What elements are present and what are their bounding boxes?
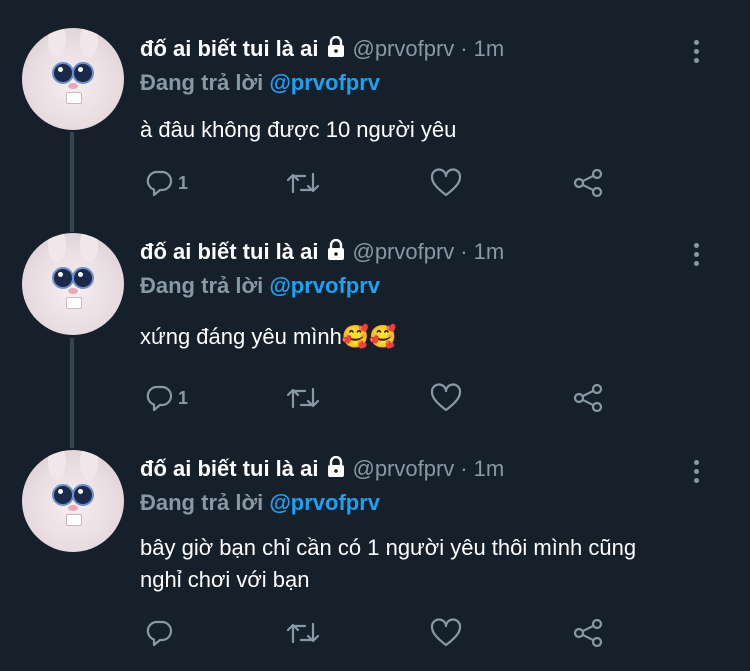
- tweet-thread: đố ai biết tui là ai @prvofprv · 1m Đang tr…: [0, 0, 750, 671]
- display-name[interactable]: đố ai biết tui là ai: [140, 36, 318, 61]
- tweet-text: xứng đáng yêu mình🥰🥰: [140, 324, 397, 349]
- separator-dot: ·: [460, 36, 468, 61]
- lock-icon: [326, 455, 346, 484]
- reply-count: 1: [178, 172, 189, 193]
- like-button[interactable]: [430, 166, 462, 200]
- retweet-icon: [286, 168, 320, 198]
- timestamp[interactable]: 1m: [474, 239, 505, 264]
- reply-icon: [144, 168, 174, 198]
- timestamp[interactable]: 1m: [474, 456, 505, 481]
- mention-link[interactable]: @prvofprv: [269, 70, 380, 95]
- heart-icon: [430, 618, 462, 648]
- reply-icon: [144, 383, 174, 413]
- avatar[interactable]: [22, 450, 124, 552]
- replying-to-label: Đang trả lời: [140, 273, 264, 298]
- share-icon: [572, 383, 604, 413]
- handle[interactable]: @prvofprv: [352, 36, 454, 61]
- replying-to-label: Đang trả lời: [140, 490, 264, 515]
- reply-count: 1: [178, 387, 189, 408]
- mention-link[interactable]: @prvofprv: [269, 490, 380, 515]
- tweet[interactable]: đố ai biết tui là ai @prvofprv · 1m Đang tr…: [0, 0, 750, 215]
- retweet-icon: [286, 383, 320, 413]
- tweet[interactable]: đố ai biết tui là ai @prvofprv · 1m Đang tr…: [0, 430, 750, 671]
- tweet-actions: [140, 616, 620, 650]
- replying-to: Đang trả lời @prvofprv: [140, 70, 380, 96]
- avatar[interactable]: [22, 233, 124, 335]
- replying-to: Đang trả lời @prvofprv: [140, 490, 380, 516]
- tweet-header: đố ai biết tui là ai @prvofprv · 1m: [140, 455, 505, 484]
- heart-icon: [430, 168, 462, 198]
- display-name[interactable]: đố ai biết tui là ai: [140, 239, 318, 264]
- retweet-button[interactable]: [286, 166, 320, 200]
- avatar[interactable]: [22, 28, 124, 130]
- handle[interactable]: @prvofprv: [352, 239, 454, 264]
- tweet-text: bây giờ bạn chỉ cần có 1 người yêu thôi …: [140, 535, 637, 592]
- reply-button[interactable]: 1: [144, 381, 188, 415]
- tweet[interactable]: đố ai biết tui là ai @prvofprv · 1m Đang tr…: [0, 215, 750, 430]
- retweet-button[interactable]: [286, 616, 320, 650]
- like-button[interactable]: [430, 381, 462, 415]
- retweet-button[interactable]: [286, 381, 320, 415]
- share-icon: [572, 168, 604, 198]
- display-name[interactable]: đố ai biết tui là ai: [140, 456, 318, 481]
- like-button[interactable]: [430, 616, 462, 650]
- more-vertical-icon[interactable]: [690, 458, 702, 483]
- tweet-header: đố ai biết tui là ai @prvofprv · 1m: [140, 35, 505, 64]
- replying-to: Đang trả lời @prvofprv: [140, 273, 380, 299]
- share-icon: [572, 618, 604, 648]
- tweet-actions: 1: [140, 381, 620, 415]
- lock-icon: [326, 238, 346, 267]
- mention-link[interactable]: @prvofprv: [269, 273, 380, 298]
- more-vertical-icon[interactable]: [690, 241, 702, 266]
- share-button[interactable]: [572, 616, 604, 650]
- reply-icon: [144, 618, 174, 648]
- reply-button[interactable]: [144, 616, 178, 650]
- replying-to-label: Đang trả lời: [140, 70, 264, 95]
- more-vertical-icon[interactable]: [690, 38, 702, 63]
- reply-button[interactable]: 1: [144, 166, 188, 200]
- share-button[interactable]: [572, 166, 604, 200]
- timestamp[interactable]: 1m: [474, 36, 505, 61]
- handle[interactable]: @prvofprv: [352, 456, 454, 481]
- separator-dot: ·: [460, 456, 468, 481]
- tweet-actions: 1: [140, 166, 620, 200]
- lock-icon: [326, 35, 346, 64]
- tweet-text: à đâu không được 10 người yêu: [140, 117, 457, 142]
- retweet-icon: [286, 618, 320, 648]
- separator-dot: ·: [460, 239, 468, 264]
- heart-icon: [430, 383, 462, 413]
- share-button[interactable]: [572, 381, 604, 415]
- tweet-header: đố ai biết tui là ai @prvofprv · 1m: [140, 238, 505, 267]
